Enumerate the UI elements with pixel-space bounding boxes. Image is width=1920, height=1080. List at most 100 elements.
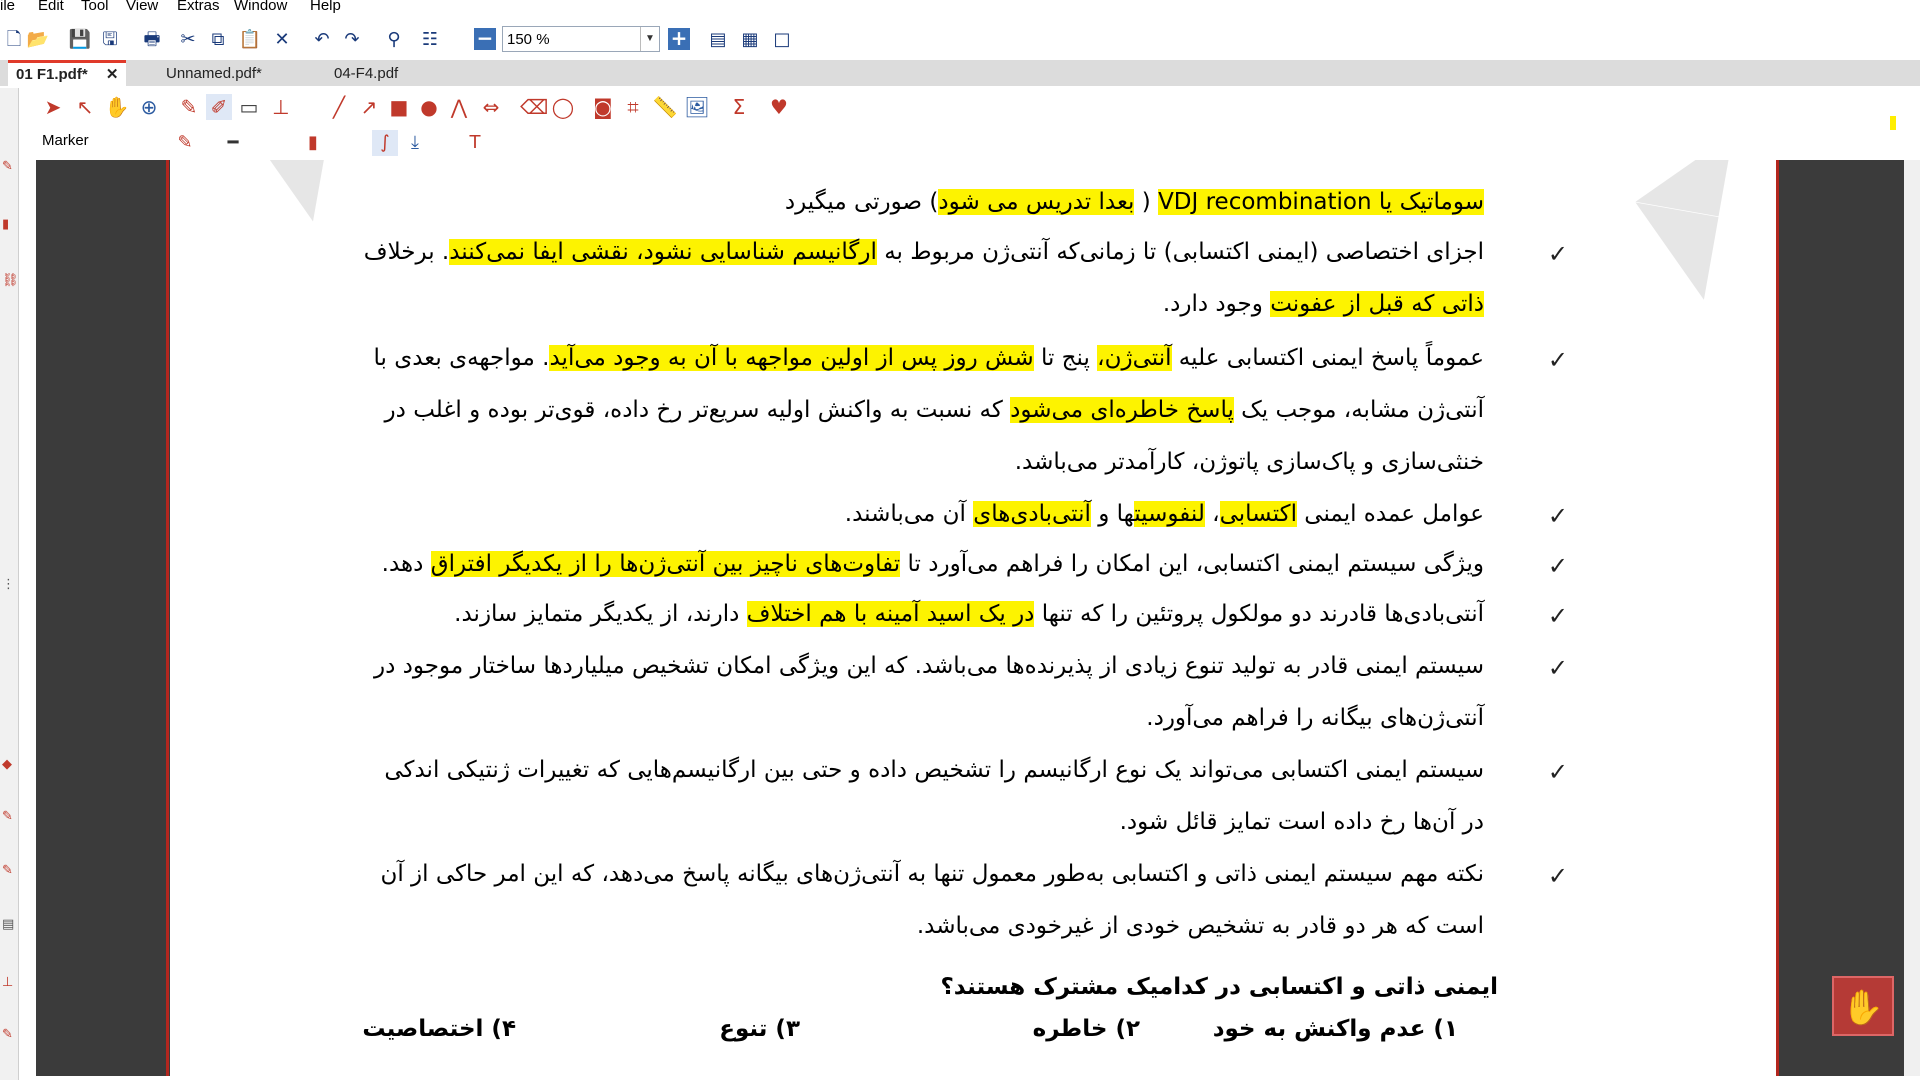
pencil-icon[interactable]: ✎: [176, 94, 202, 120]
text-line: اجزای اختصاصی (ایمنی اکتسابی) تا زمانی‌ک…: [363, 239, 1484, 265]
highlight: در یک اسید آمینه با هم اختلاف: [746, 601, 1035, 627]
menu-extras[interactable]: Extras: [177, 0, 220, 14]
menu-window[interactable]: Window: [234, 0, 287, 14]
favorite-heart-icon[interactable]: ♥: [766, 94, 792, 120]
sum-icon[interactable]: Σ: [726, 94, 752, 120]
smooth-line-icon[interactable]: ∫: [372, 130, 398, 156]
line-width-icon[interactable]: ━: [220, 130, 246, 156]
zoom-tool-icon[interactable]: ⊕: [136, 94, 162, 120]
resize-grip-icon[interactable]: ⋮: [2, 578, 16, 592]
marker-icon[interactable]: ✐: [206, 94, 232, 120]
current-tool-label: Marker: [42, 132, 89, 149]
watermark-shape: ◢◣◥◤◢◣◥: [1590, 160, 1776, 302]
eraser-icon[interactable]: ⌫: [520, 94, 548, 120]
check-mark-icon: ✓: [1547, 240, 1568, 268]
zoom-in-icon[interactable]: +: [668, 28, 690, 50]
cut-icon[interactable]: ✂: [176, 28, 200, 52]
text-line: سوماتیک یا VDJ recombination ( بعدا تدری…: [784, 189, 1484, 215]
fill-color-icon[interactable]: ▮: [300, 130, 326, 156]
highlight: لنفوسیت: [1134, 501, 1205, 527]
highlight: بعدا تدریس می شود: [938, 189, 1135, 215]
ellipse-icon[interactable]: ●: [416, 94, 442, 120]
fit-width-icon[interactable]: ▦: [738, 28, 762, 52]
attach-icon[interactable]: ⤓: [402, 130, 428, 156]
fullscreen-icon[interactable]: □: [770, 28, 794, 52]
text-line: است که هر دو قادر به تشخیص خودی از غیرخو…: [916, 913, 1484, 939]
rectangle-icon[interactable]: ■: [386, 94, 412, 120]
highlight: اکتسابی: [1219, 501, 1297, 527]
print-icon[interactable]: 🖶: [140, 28, 164, 52]
link-icon[interactable]: ⛓: [2, 274, 19, 288]
tab-04-f4[interactable]: 04-F4.pdf: [326, 62, 406, 86]
open-icon[interactable]: 📂: [26, 28, 50, 52]
polyline-icon[interactable]: ⋀: [446, 94, 472, 120]
save-as-icon[interactable]: 🖫: [98, 28, 122, 52]
arrow-icon[interactable]: ↗: [356, 94, 382, 120]
text-line: آنتی‌ژن مشابه، موجب یک پاسخ خاطره‌ای می‌…: [384, 397, 1484, 423]
pen-icon[interactable]: ✎: [2, 810, 16, 824]
camera-icon[interactable]: ◙: [590, 94, 616, 120]
pen-color-icon[interactable]: ✎: [172, 130, 198, 156]
crop-icon[interactable]: ⌗: [620, 94, 646, 120]
tab-unnamed[interactable]: Unnamed.pdf*: [158, 62, 270, 86]
copy-icon[interactable]: ⧉: [206, 28, 230, 52]
text-line: سیستم ایمنی اکتسابی می‌تواند یک نوع ارگا…: [384, 757, 1484, 783]
stamp-icon[interactable]: ⊥: [2, 976, 16, 990]
stamp-icon[interactable]: ⊥: [268, 94, 294, 120]
page-fit-icon[interactable]: ▤: [706, 28, 730, 52]
save-icon[interactable]: 💾: [68, 28, 92, 52]
select-arrow-icon[interactable]: ➤: [40, 94, 66, 120]
undo-icon[interactable]: ↶: [310, 28, 334, 52]
folder-icon[interactable]: ▮: [2, 218, 16, 232]
dimension-icon[interactable]: ⇔: [478, 94, 504, 120]
pen-icon[interactable]: ✎: [2, 160, 16, 174]
pen-icon[interactable]: ✎: [2, 1028, 16, 1042]
menu-view[interactable]: View: [126, 0, 158, 14]
paste-icon[interactable]: 📋: [238, 28, 262, 52]
menu-file[interactable]: ile: [0, 0, 15, 14]
ruler-icon[interactable]: 📏: [652, 94, 678, 120]
menu-edit[interactable]: Edit: [38, 0, 64, 14]
new-icon[interactable]: 🗋: [2, 28, 26, 52]
watermark-shape: ◢◣◥◤◢◣◥: [190, 160, 439, 224]
image-icon[interactable]: 🖼: [684, 94, 710, 120]
text-line: نکته مهم سیستم ایمنی ذاتی و اکتسابی به‌ط…: [380, 861, 1484, 887]
close-icon[interactable]: ✕: [106, 66, 119, 83]
redo-icon[interactable]: ↷: [340, 28, 364, 52]
find-icon[interactable]: ⚲: [382, 28, 406, 52]
pen-icon[interactable]: ✎: [2, 864, 16, 878]
option-4: ۴) اختصاصیت: [362, 1016, 516, 1042]
chevron-down-icon[interactable]: ▼: [640, 27, 659, 51]
select-text-icon[interactable]: ↖: [72, 94, 98, 120]
tab-01-f1[interactable]: 01 F1.pdf* ✕: [8, 60, 127, 89]
vertical-scrollbar[interactable]: [1904, 160, 1920, 1076]
option-3: ۳) تنوع: [719, 1016, 800, 1042]
check-mark-icon: ✓: [1547, 502, 1568, 530]
text-line: ذاتی که قبل از عفونت وجود دارد.: [1162, 291, 1484, 317]
highlight: شش روز پس از اولین مواجهه با آن به وجود …: [549, 345, 1034, 371]
question-text: ایمنی ذاتی و اکتسابی در کدامیک مشترک هست…: [940, 974, 1498, 1000]
highlight: پاسخ خاطره‌ای می‌شود: [1010, 397, 1234, 423]
bookmark-icon[interactable]: ◆: [2, 758, 16, 772]
line-icon[interactable]: ╱: [326, 94, 352, 120]
layers-icon[interactable]: ▤: [2, 918, 16, 932]
highlight: ارگانیسم شناسایی نشود، نقشی ایفا نمی‌کنن…: [449, 239, 877, 265]
check-mark-icon: ✓: [1547, 758, 1568, 786]
hand-tool-icon[interactable]: ✋: [1832, 976, 1894, 1036]
delete-icon[interactable]: ✕: [270, 28, 294, 52]
text-box-icon[interactable]: ▭: [236, 94, 262, 120]
highlight-indicator: [1890, 116, 1896, 130]
hand-icon[interactable]: ✋: [104, 94, 130, 120]
menu-bar: ile Edit Tool View Extras Window Help: [0, 0, 1920, 16]
option-1: ۱) عدم واکنش به خود: [1212, 1016, 1458, 1042]
menu-tool[interactable]: Tool: [81, 0, 109, 14]
text-line: ویژگی سیستم ایمنی اکتسابی، این امکان را …: [381, 551, 1484, 577]
option-2: ۲) خاطره: [1032, 1016, 1140, 1042]
text-style-icon[interactable]: T: [462, 130, 488, 156]
lasso-icon[interactable]: ◯: [550, 94, 576, 120]
zoom-out-icon[interactable]: −: [474, 28, 496, 50]
left-sidebar: ✎ ▮ ⛓ ⋮ ◆ ✎ ✎ ▤ ⊥ ✎: [0, 88, 19, 1080]
zoom-select[interactable]: 150 % ▼: [502, 26, 660, 52]
layout-icon[interactable]: ☷: [418, 28, 442, 52]
menu-help[interactable]: Help: [310, 0, 341, 14]
